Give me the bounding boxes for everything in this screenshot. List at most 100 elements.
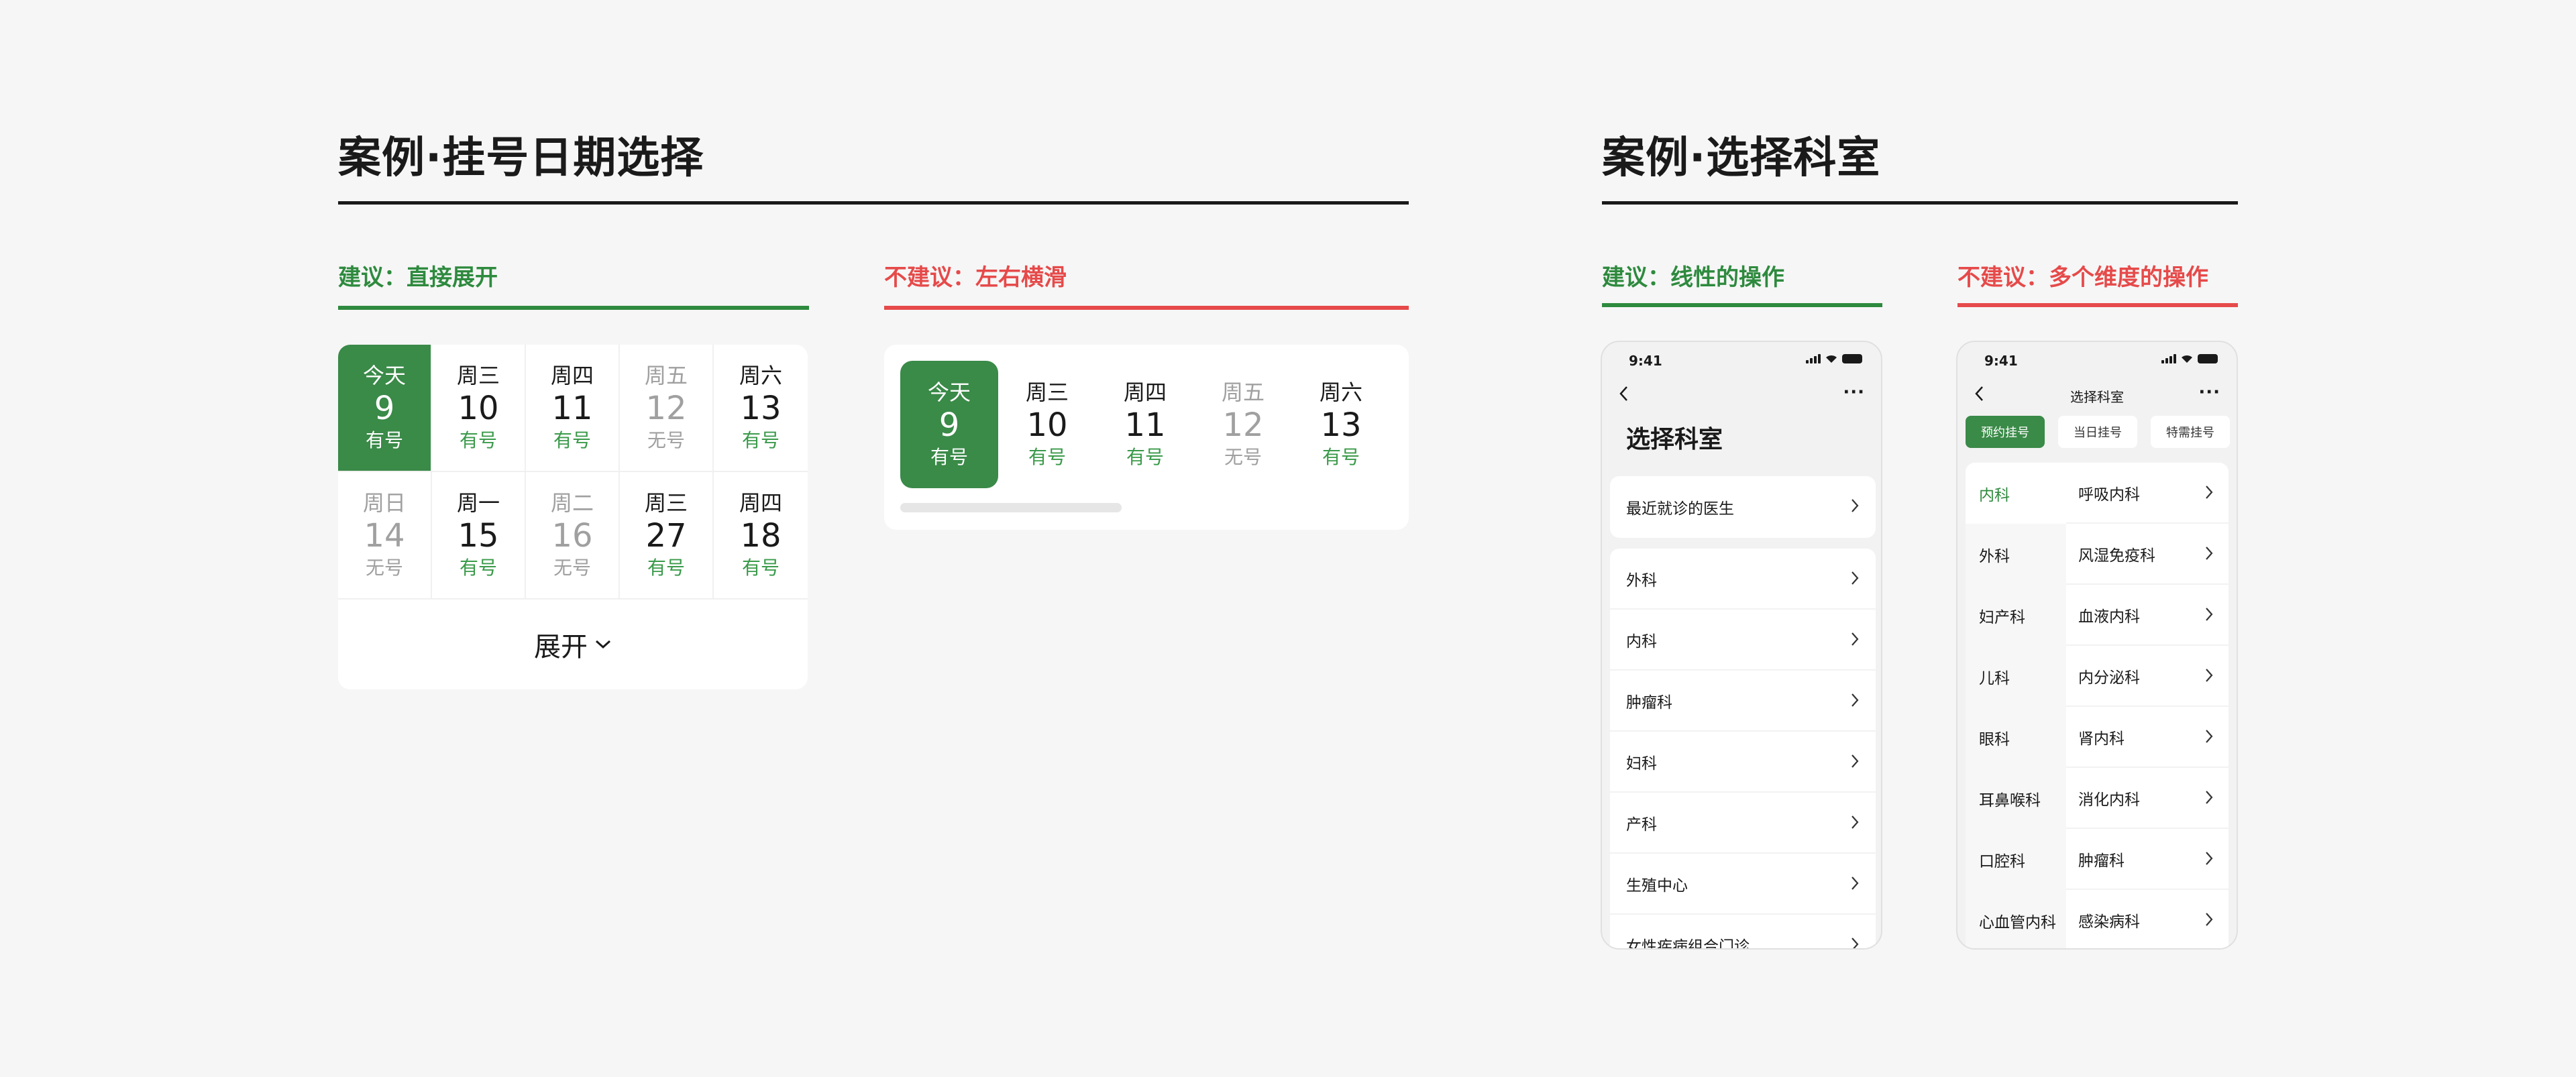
sub-department-row[interactable]: 风湿免疫科	[2066, 524, 2229, 585]
date-cell[interactable]: 周二 16 无号	[526, 472, 620, 600]
department-row[interactable]: 妇科	[1610, 732, 1876, 793]
date-weekday: 周六	[1319, 379, 1362, 405]
chevron-right-icon	[2206, 730, 2213, 743]
availability-status: 有号	[741, 429, 780, 451]
chevron-right-icon	[2206, 852, 2213, 865]
availability-status: 有号	[741, 557, 780, 579]
category-item[interactable]: 口腔科	[1966, 829, 2066, 890]
category-item[interactable]: 内科	[1966, 463, 2066, 524]
recommended-label-left: 建议：直接展开	[338, 264, 498, 291]
more-icon[interactable]: ···	[1843, 382, 1865, 402]
wifi-icon	[2182, 355, 2192, 363]
department-row[interactable]: 外科	[1610, 549, 1876, 610]
availability-status: 有号	[930, 446, 968, 468]
availability-status: 无号	[1224, 446, 1262, 468]
tab-same-day[interactable]: 当日挂号	[2058, 416, 2137, 448]
date-cell[interactable]: 周四 18 有号	[714, 472, 808, 600]
date-grid: 今天 9 有号 周三 10 有号 周四 11 有号 周五 12 无号 周六 13 有号周日 14 无号 周一 15 有…	[338, 345, 808, 600]
back-icon[interactable]	[1618, 385, 1629, 402]
department-row[interactable]: 内科	[1610, 610, 1876, 671]
department-row[interactable]: 肿瘤科	[1610, 671, 1876, 732]
sub-department-row[interactable]: 血液内科	[2066, 585, 2229, 646]
sub-department-label: 感染病科	[2078, 913, 2140, 931]
status-time: 9:41	[1629, 353, 1662, 369]
department-list: 外科内科肿瘤科妇科产科生殖中心 女性疾病组合门诊	[1610, 549, 1876, 948]
sub-department-row[interactable]: 呼吸内科	[2066, 463, 2229, 524]
chevron-down-icon	[595, 640, 611, 649]
horizontal-date-row[interactable]: 今天 9 有号 周三 10 有号 周四 11 有号 周五 12 无号 周六 13 有号	[900, 361, 1390, 488]
date-weekday: 周三	[644, 490, 688, 516]
department-label: 产科	[1626, 815, 1657, 834]
status-bar: 9:41	[1957, 342, 2237, 376]
availability-status: 无号	[553, 557, 591, 579]
category-item[interactable]: 心血管内科	[1966, 890, 2066, 948]
department-label: 内科	[1626, 632, 1657, 650]
category-item[interactable]: 耳鼻喉科	[1966, 768, 2066, 829]
date-cell[interactable]: 周五 12 无号	[1194, 361, 1292, 488]
recent-doctor-row[interactable]: 最近就诊的医生	[1610, 476, 1876, 538]
date-weekday: 周一	[456, 490, 500, 516]
date-number: 9	[374, 390, 395, 427]
date-cell[interactable]: 周六 13 有号	[1292, 361, 1390, 488]
date-cell[interactable]: 周三 27 有号	[620, 472, 714, 600]
availability-status: 有号	[553, 429, 591, 451]
expand-label: 展开	[534, 632, 588, 663]
sub-department-row[interactable]: 感染病科	[2066, 890, 2229, 948]
sub-department-label: 风湿免疫科	[2078, 547, 2155, 565]
date-cell[interactable]: 周三 10 有号	[432, 345, 526, 472]
tab-special[interactable]: 特需挂号	[2151, 416, 2230, 448]
category-item[interactable]: 妇产科	[1966, 585, 2066, 646]
more-icon[interactable]: ···	[2198, 382, 2220, 402]
date-cell[interactable]: 周一 15 有号	[432, 472, 526, 600]
date-cell[interactable]: 今天 9 有号	[338, 345, 432, 472]
page-title: 选择科室	[1626, 426, 1723, 453]
sub-department-row[interactable]: 内分泌科	[2066, 646, 2229, 707]
date-weekday: 周二	[550, 490, 594, 516]
chevron-right-icon	[2206, 608, 2213, 621]
date-cell[interactable]: 周四 11 有号	[526, 345, 620, 472]
date-cell[interactable]: 今天 9 有号	[900, 361, 998, 488]
availability-status: 无号	[647, 429, 685, 451]
date-cell[interactable]: 周三 10 有号	[998, 361, 1096, 488]
date-weekday: 今天	[927, 379, 971, 405]
date-cell[interactable]: 周日 14 无号	[338, 472, 432, 600]
category-item[interactable]: 儿科	[1966, 646, 2066, 707]
expand-button[interactable]: 展开	[338, 600, 808, 689]
battery-icon	[1842, 354, 1862, 363]
horizontal-scrollbar[interactable]	[900, 503, 1122, 512]
date-number: 12	[1222, 406, 1264, 444]
sub-department-row[interactable]: 肿瘤科	[2066, 829, 2229, 890]
date-cell[interactable]: 周六 13 有号	[714, 345, 808, 472]
chevron-right-icon	[1851, 815, 1859, 829]
date-weekday: 周五	[1221, 379, 1265, 405]
status-time: 9:41	[1984, 353, 2018, 369]
sub-department-row[interactable]: 肾内科	[2066, 707, 2229, 768]
chevron-right-icon	[2206, 791, 2213, 804]
sub-department-row[interactable]: 消化内科	[2066, 768, 2229, 829]
recommended-underline-right	[1602, 303, 1882, 307]
date-number: 18	[740, 517, 782, 555]
left-section-divider	[338, 201, 1409, 205]
tab-appointment[interactable]: 预约挂号	[1966, 416, 2045, 448]
department-row[interactable]: 生殖中心	[1610, 854, 1876, 915]
availability-status: 有号	[1322, 446, 1360, 468]
category-item[interactable]: 外科	[1966, 524, 2066, 585]
date-cell[interactable]: 周四 11 有号	[1096, 361, 1194, 488]
date-number: 10	[1026, 406, 1068, 444]
date-number: 13	[1320, 406, 1362, 444]
chevron-right-icon	[1851, 499, 1859, 512]
department-row[interactable]: 女性疾病组合门诊	[1610, 915, 1876, 948]
department-label: 妇科	[1626, 754, 1657, 773]
availability-status: 有号	[459, 557, 497, 579]
chevron-right-icon	[1851, 754, 1859, 768]
date-cell[interactable]: 周五 12 无号	[620, 345, 714, 472]
not-recommended-label-left: 不建议：左右横滑	[884, 264, 1067, 291]
department-label: 肿瘤科	[1626, 693, 1672, 712]
not-recommended-label-right: 不建议：多个维度的操作	[1957, 264, 2208, 291]
category-item[interactable]: 眼科	[1966, 707, 2066, 768]
date-number: 16	[551, 517, 593, 555]
department-row[interactable]: 产科	[1610, 793, 1876, 854]
availability-status: 无号	[365, 557, 403, 579]
availability-status: 有号	[1126, 446, 1164, 468]
availability-status: 有号	[647, 557, 685, 579]
